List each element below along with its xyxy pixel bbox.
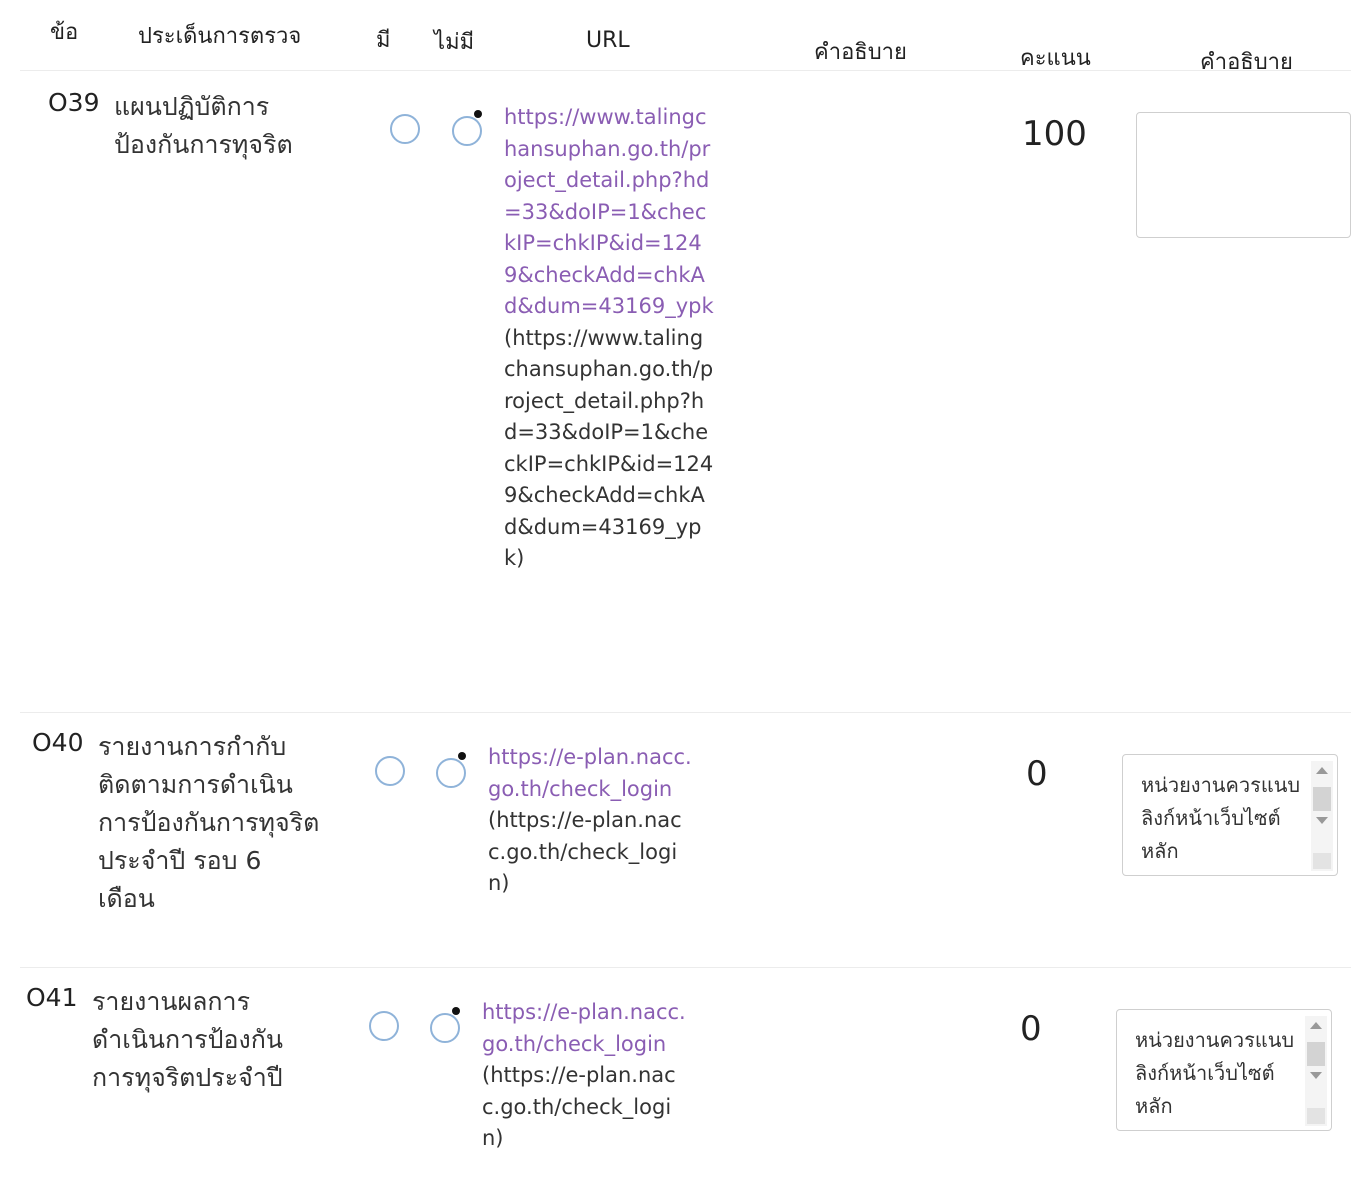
row-divider xyxy=(20,712,1351,713)
row-code: O40 xyxy=(32,728,84,757)
radio-selected-dot xyxy=(452,1007,460,1015)
url-link[interactable]: https://e-plan.nacc.go.th/check_login xyxy=(482,997,692,1060)
row-code: O39 xyxy=(48,88,100,117)
comment-text: หน่วยงานควรแนบลิงก์หน้าเว็บไซต์หลัก xyxy=(1135,1028,1295,1118)
radio-no[interactable] xyxy=(436,752,466,788)
header-col-no: ข้อ xyxy=(50,20,79,45)
header-col-url: URL xyxy=(586,28,630,53)
comment-textarea[interactable]: หน่วยงานควรแนบลิงก์หน้าเว็บไซต์หลัก xyxy=(1116,1009,1332,1131)
header-col-desc: คำอธิบาย xyxy=(814,40,907,65)
header-divider xyxy=(20,70,1351,71)
radio-no[interactable] xyxy=(452,110,482,146)
radio-no[interactable] xyxy=(430,1007,460,1043)
url-link[interactable]: https://e-plan.nacc.go.th/check_login xyxy=(488,742,698,805)
scroll-down-arrow-icon[interactable] xyxy=(1316,817,1328,824)
textarea-scrollbar[interactable] xyxy=(1305,1016,1327,1126)
scroll-up-arrow-icon[interactable] xyxy=(1316,767,1328,774)
scroll-down-arrow-icon[interactable] xyxy=(1310,1072,1322,1079)
table-row: O40 รายงานการกำกับติดตามการดำเนินการป้อง… xyxy=(0,722,1351,967)
row-topic: รายงานการกำกับติดตามการดำเนินการป้องกันก… xyxy=(98,732,320,913)
row-divider xyxy=(20,967,1351,968)
scroll-up-arrow-icon[interactable] xyxy=(1310,1022,1322,1029)
radio-yes[interactable] xyxy=(390,114,420,144)
resize-grip-icon[interactable] xyxy=(1313,853,1331,869)
row-topic: แผนปฏิบัติการป้องกันการทุจริต xyxy=(114,92,293,159)
header-col-topic: ประเด็นการตรวจ xyxy=(138,24,302,49)
evaluation-table: ข้อ ประเด็นการตรวจ มี ไม่มี URL คำอธิบาย… xyxy=(0,0,1351,1184)
row-topic: รายงานผลการดำเนินการป้องกันการทุจริตประจ… xyxy=(92,987,283,1092)
header-col-no-have: ไม่มี xyxy=(434,30,475,55)
radio-selected-dot xyxy=(474,110,482,118)
textarea-scrollbar[interactable] xyxy=(1311,761,1333,871)
radio-yes[interactable] xyxy=(375,756,405,786)
header-col-desc2: คำอธิบาย xyxy=(1200,50,1293,75)
url-text: (https://e-plan.nacc.go.th/check_login) xyxy=(488,808,682,895)
row-code: O41 xyxy=(26,983,78,1012)
radio-selected-dot xyxy=(458,752,466,760)
score-value: 0 xyxy=(1020,1009,1042,1049)
url-link[interactable]: https://www.talingchansuphan.go.th/proje… xyxy=(504,102,714,323)
score-value: 100 xyxy=(1022,114,1087,154)
url-text: (https://e-plan.nacc.go.th/check_login) xyxy=(482,1063,676,1150)
url-text: (https://www.talingchansuphan.go.th/proj… xyxy=(504,325,714,571)
url-cell: https://e-plan.nacc.go.th/check_login (h… xyxy=(488,742,698,900)
score-value: 0 xyxy=(1026,754,1048,794)
scroll-thumb[interactable] xyxy=(1307,1042,1325,1066)
header-col-yes: มี xyxy=(376,28,391,53)
comment-textarea[interactable] xyxy=(1136,112,1351,238)
comment-text: หน่วยงานควรแนบลิงก์หน้าเว็บไซต์หลัก xyxy=(1141,773,1301,863)
resize-grip-icon[interactable] xyxy=(1307,1108,1325,1124)
scroll-thumb[interactable] xyxy=(1313,787,1331,811)
url-cell: https://www.talingchansuphan.go.th/proje… xyxy=(504,102,714,575)
radio-yes[interactable] xyxy=(369,1011,399,1041)
url-cell: https://e-plan.nacc.go.th/check_login (h… xyxy=(482,997,692,1155)
table-row: O41 รายงานผลการดำเนินการป้องกันการทุจริต… xyxy=(0,977,1351,1184)
table-row: O39 แผนปฏิบัติการป้องกันการทุจริต https:… xyxy=(0,82,1351,712)
comment-textarea[interactable]: หน่วยงานควรแนบลิงก์หน้าเว็บไซต์หลัก xyxy=(1122,754,1338,876)
